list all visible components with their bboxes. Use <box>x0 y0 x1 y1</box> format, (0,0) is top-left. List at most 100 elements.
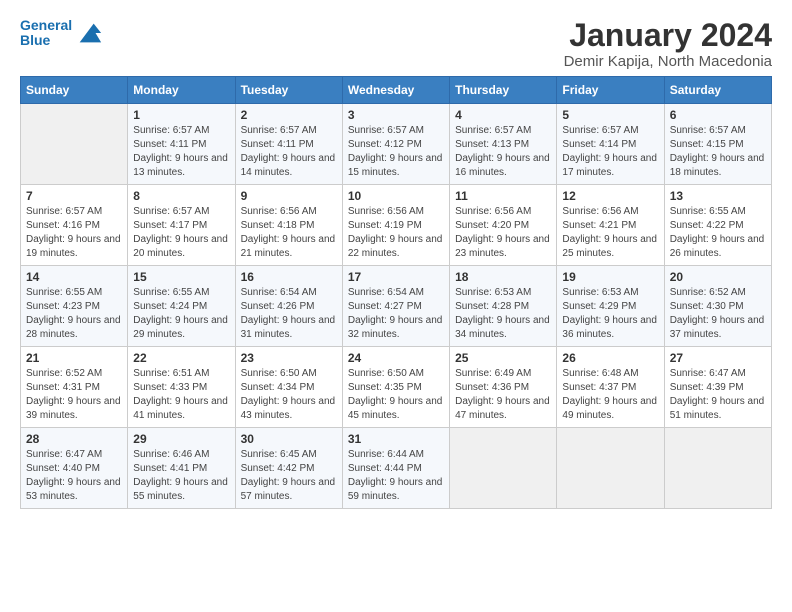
cell-content: Sunrise: 6:55 AMSunset: 4:23 PMDaylight:… <box>26 286 122 342</box>
logo-text: General Blue <box>20 18 72 49</box>
calendar-cell: 31 Sunrise: 6:44 AMSunset: 4:44 PMDayligh… <box>342 428 449 509</box>
day-number: 24 <box>348 351 444 365</box>
cell-content: Sunrise: 6:57 AMSunset: 4:14 PMDaylight:… <box>562 124 658 180</box>
header-row-days: SundayMondayTuesdayWednesdayThursdayFrid… <box>21 77 772 104</box>
cell-content: Sunrise: 6:46 AMSunset: 4:41 PMDaylight:… <box>133 448 229 504</box>
day-number: 26 <box>562 351 658 365</box>
day-number: 15 <box>133 270 229 284</box>
cell-content: Sunrise: 6:57 AMSunset: 4:16 PMDaylight:… <box>26 205 122 261</box>
cell-content: Sunrise: 6:51 AMSunset: 4:33 PMDaylight:… <box>133 367 229 423</box>
cell-content: Sunrise: 6:54 AMSunset: 4:26 PMDaylight:… <box>241 286 337 342</box>
day-header: Monday <box>128 77 235 104</box>
cell-content: Sunrise: 6:54 AMSunset: 4:27 PMDaylight:… <box>348 286 444 342</box>
cell-content: Sunrise: 6:44 AMSunset: 4:44 PMDaylight:… <box>348 448 444 504</box>
calendar-cell: 9 Sunrise: 6:56 AMSunset: 4:18 PMDaylight… <box>235 185 342 266</box>
calendar-cell: 8 Sunrise: 6:57 AMSunset: 4:17 PMDaylight… <box>128 185 235 266</box>
calendar-week-row: 1 Sunrise: 6:57 AMSunset: 4:11 PMDaylight… <box>21 104 772 185</box>
month-title: January 2024 <box>564 18 772 53</box>
calendar-cell: 23Sunrise: 6:50 AMSunset: 4:34 PMDayligh… <box>235 347 342 428</box>
cell-content: Sunrise: 6:47 AMSunset: 4:40 PMDaylight:… <box>26 448 122 504</box>
calendar-cell: 12 Sunrise: 6:56 AMSunset: 4:21 PMDayligh… <box>557 185 664 266</box>
day-number: 2 <box>241 108 337 122</box>
cell-content: Sunrise: 6:57 AMSunset: 4:13 PMDaylight:… <box>455 124 551 180</box>
day-number: 21 <box>26 351 122 365</box>
day-number: 12 <box>562 189 658 203</box>
day-number: 3 <box>348 108 444 122</box>
calendar-week-row: 7 Sunrise: 6:57 AMSunset: 4:16 PMDaylight… <box>21 185 772 266</box>
calendar-cell: 28 Sunrise: 6:47 AMSunset: 4:40 PMDayligh… <box>21 428 128 509</box>
day-number: 5 <box>562 108 658 122</box>
day-number: 14 <box>26 270 122 284</box>
day-number: 22 <box>133 351 229 365</box>
cell-content: Sunrise: 6:56 AMSunset: 4:21 PMDaylight:… <box>562 205 658 261</box>
day-number: 6 <box>670 108 766 122</box>
day-number: 10 <box>348 189 444 203</box>
day-number: 13 <box>670 189 766 203</box>
day-header: Wednesday <box>342 77 449 104</box>
calendar-cell <box>664 428 771 509</box>
calendar-cell: 10Sunrise: 6:56 AMSunset: 4:19 PMDayligh… <box>342 185 449 266</box>
calendar-cell: 14 Sunrise: 6:55 AMSunset: 4:23 PMDayligh… <box>21 266 128 347</box>
cell-content: Sunrise: 6:50 AMSunset: 4:34 PMDaylight:… <box>241 367 337 423</box>
cell-content: Sunrise: 6:56 AMSunset: 4:18 PMDaylight:… <box>241 205 337 261</box>
cell-content: Sunrise: 6:56 AMSunset: 4:20 PMDaylight:… <box>455 205 551 261</box>
day-number: 29 <box>133 432 229 446</box>
day-number: 30 <box>241 432 337 446</box>
cell-content: Sunrise: 6:53 AMSunset: 4:29 PMDaylight:… <box>562 286 658 342</box>
calendar-cell: 3 Sunrise: 6:57 AMSunset: 4:12 PMDaylight… <box>342 104 449 185</box>
calendar-cell: 17Sunrise: 6:54 AMSunset: 4:27 PMDayligh… <box>342 266 449 347</box>
cell-content: Sunrise: 6:47 AMSunset: 4:39 PMDaylight:… <box>670 367 766 423</box>
cell-content: Sunrise: 6:53 AMSunset: 4:28 PMDaylight:… <box>455 286 551 342</box>
cell-content: Sunrise: 6:57 AMSunset: 4:11 PMDaylight:… <box>241 124 337 180</box>
day-header: Thursday <box>450 77 557 104</box>
cell-content: Sunrise: 6:57 AMSunset: 4:15 PMDaylight:… <box>670 124 766 180</box>
day-number: 1 <box>133 108 229 122</box>
calendar-cell <box>450 428 557 509</box>
day-number: 9 <box>241 189 337 203</box>
calendar-cell: 15 Sunrise: 6:55 AMSunset: 4:24 PMDayligh… <box>128 266 235 347</box>
day-number: 28 <box>26 432 122 446</box>
calendar-cell <box>21 104 128 185</box>
calendar-cell <box>557 428 664 509</box>
calendar-cell: 4Sunrise: 6:57 AMSunset: 4:13 PMDaylight… <box>450 104 557 185</box>
cell-content: Sunrise: 6:57 AMSunset: 4:11 PMDaylight:… <box>133 124 229 180</box>
calendar-cell: 16 Sunrise: 6:54 AMSunset: 4:26 PMDayligh… <box>235 266 342 347</box>
calendar-week-row: 21Sunrise: 6:52 AMSunset: 4:31 PMDayligh… <box>21 347 772 428</box>
logo-icon <box>75 19 103 47</box>
calendar-cell: 30 Sunrise: 6:45 AMSunset: 4:42 PMDayligh… <box>235 428 342 509</box>
cell-content: Sunrise: 6:49 AMSunset: 4:36 PMDaylight:… <box>455 367 551 423</box>
calendar-cell: 24Sunrise: 6:50 AMSunset: 4:35 PMDayligh… <box>342 347 449 428</box>
cell-content: Sunrise: 6:57 AMSunset: 4:12 PMDaylight:… <box>348 124 444 180</box>
day-header: Friday <box>557 77 664 104</box>
calendar-cell: 13Sunrise: 6:55 AMSunset: 4:22 PMDayligh… <box>664 185 771 266</box>
calendar-cell: 20Sunrise: 6:52 AMSunset: 4:30 PMDayligh… <box>664 266 771 347</box>
cell-content: Sunrise: 6:45 AMSunset: 4:42 PMDaylight:… <box>241 448 337 504</box>
day-number: 20 <box>670 270 766 284</box>
calendar-container: General Blue January 2024 Demir Kapija, … <box>0 0 792 519</box>
calendar-cell: 29 Sunrise: 6:46 AMSunset: 4:41 PMDayligh… <box>128 428 235 509</box>
cell-content: Sunrise: 6:57 AMSunset: 4:17 PMDaylight:… <box>133 205 229 261</box>
calendar-cell: 7 Sunrise: 6:57 AMSunset: 4:16 PMDaylight… <box>21 185 128 266</box>
day-number: 25 <box>455 351 551 365</box>
calendar-cell: 5 Sunrise: 6:57 AMSunset: 4:14 PMDaylight… <box>557 104 664 185</box>
calendar-week-row: 28 Sunrise: 6:47 AMSunset: 4:40 PMDayligh… <box>21 428 772 509</box>
calendar-cell: 27Sunrise: 6:47 AMSunset: 4:39 PMDayligh… <box>664 347 771 428</box>
title-block: January 2024 Demir Kapija, North Macedon… <box>564 18 772 70</box>
calendar-cell: 18Sunrise: 6:53 AMSunset: 4:28 PMDayligh… <box>450 266 557 347</box>
logo: General Blue <box>20 18 103 49</box>
calendar-cell: 22 Sunrise: 6:51 AMSunset: 4:33 PMDayligh… <box>128 347 235 428</box>
calendar-cell: 1 Sunrise: 6:57 AMSunset: 4:11 PMDaylight… <box>128 104 235 185</box>
day-number: 16 <box>241 270 337 284</box>
calendar-cell: 19 Sunrise: 6:53 AMSunset: 4:29 PMDayligh… <box>557 266 664 347</box>
calendar-cell: 2 Sunrise: 6:57 AMSunset: 4:11 PMDaylight… <box>235 104 342 185</box>
header-row: General Blue January 2024 Demir Kapija, … <box>20 18 772 70</box>
day-number: 7 <box>26 189 122 203</box>
calendar-cell: 21Sunrise: 6:52 AMSunset: 4:31 PMDayligh… <box>21 347 128 428</box>
calendar-week-row: 14 Sunrise: 6:55 AMSunset: 4:23 PMDayligh… <box>21 266 772 347</box>
day-number: 31 <box>348 432 444 446</box>
location-title: Demir Kapija, North Macedonia <box>564 53 772 70</box>
calendar-table: SundayMondayTuesdayWednesdayThursdayFrid… <box>20 76 772 509</box>
day-number: 8 <box>133 189 229 203</box>
cell-content: Sunrise: 6:55 AMSunset: 4:24 PMDaylight:… <box>133 286 229 342</box>
day-number: 19 <box>562 270 658 284</box>
